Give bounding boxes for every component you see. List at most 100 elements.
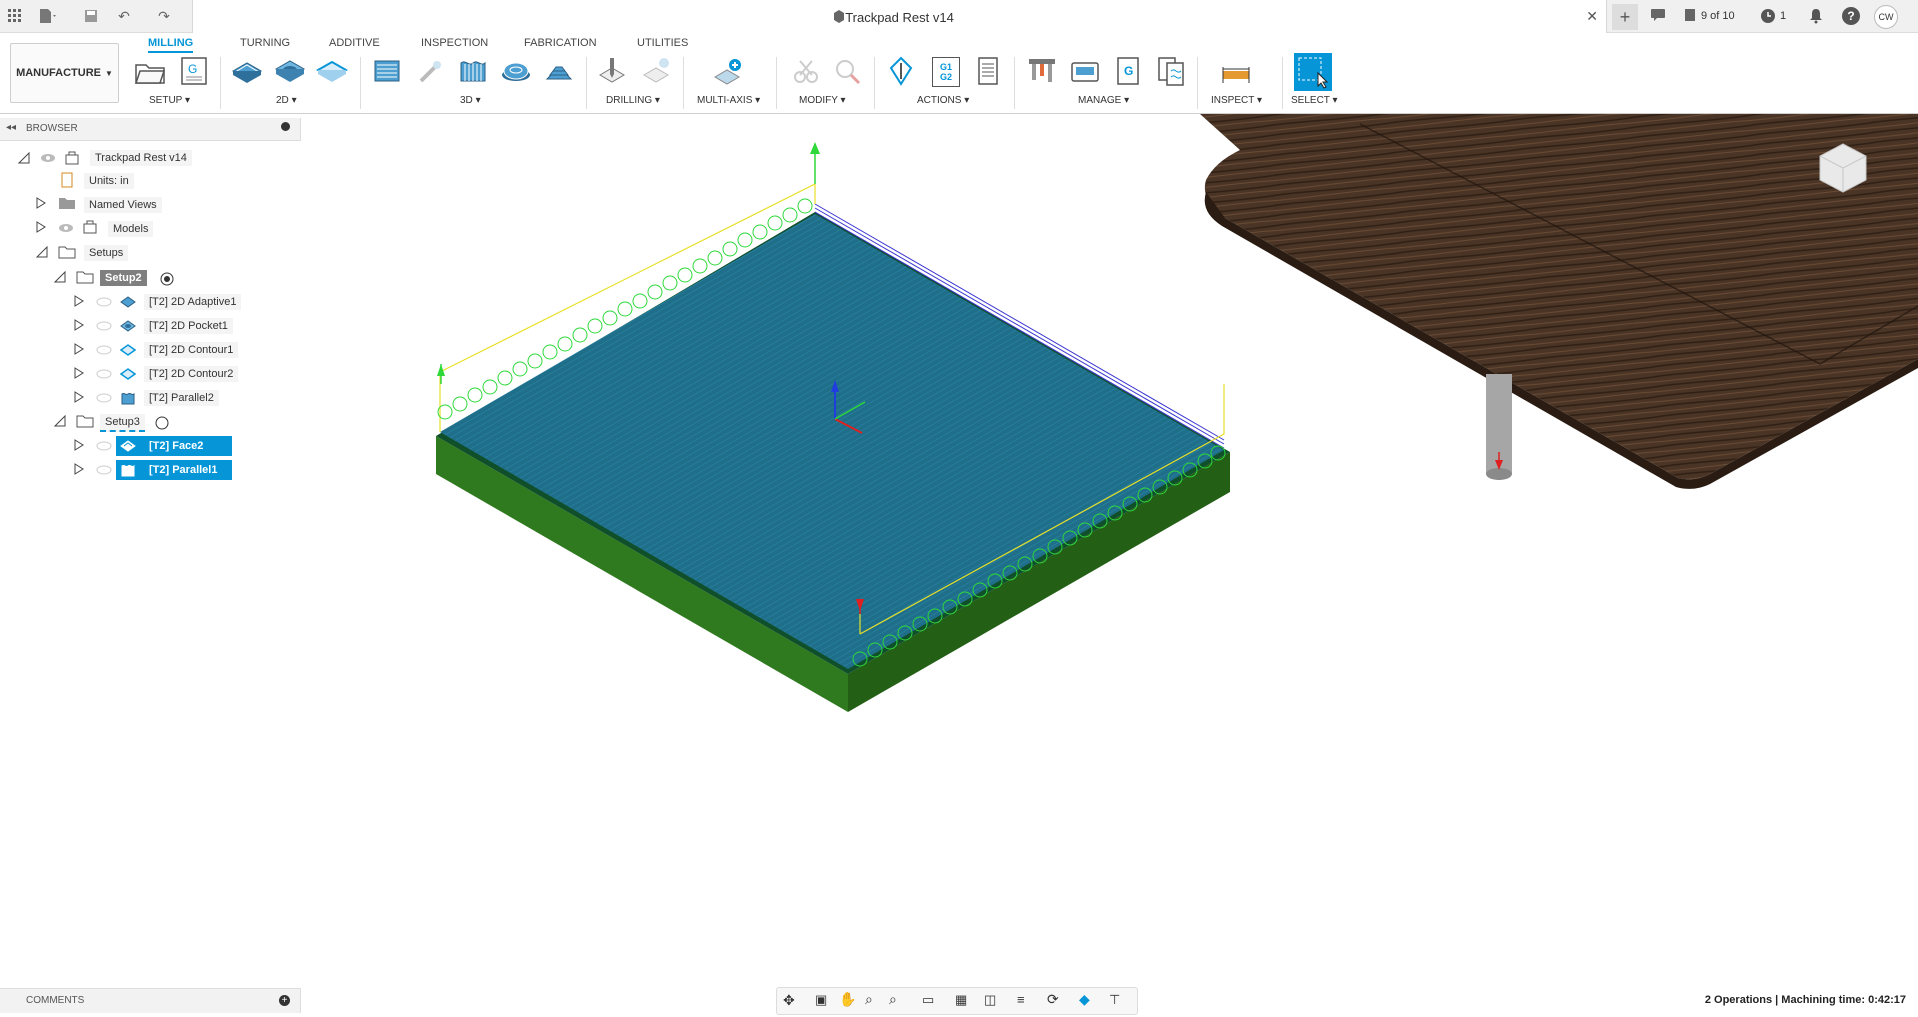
template-library-icon[interactable] bbox=[1155, 55, 1187, 87]
collapse-panel-icon[interactable]: ◂◂ bbox=[6, 122, 16, 133]
setup2-active-radio-icon[interactable] bbox=[160, 272, 174, 289]
tree-setup2-label[interactable]: Setup2 bbox=[100, 270, 147, 286]
redo-icon[interactable]: ↷ bbox=[155, 7, 173, 25]
grid-icon[interactable]: ▦ bbox=[955, 992, 967, 1008]
op-expand-icon[interactable] bbox=[74, 319, 84, 334]
3d-pocket-disabled-icon[interactable] bbox=[415, 55, 447, 87]
op-expand-icon[interactable] bbox=[74, 439, 84, 454]
group-multi-axis[interactable]: MULTI-AXIS ▾ bbox=[697, 95, 760, 106]
zoom-window-icon[interactable]: ⌕ bbox=[889, 991, 897, 1008]
help-icon[interactable]: ? bbox=[1842, 7, 1860, 25]
tool-library-icon[interactable] bbox=[1026, 55, 1058, 87]
op-hidden-eye-icon[interactable] bbox=[96, 392, 112, 407]
tab-utilities[interactable]: UTILITIES bbox=[637, 37, 688, 49]
op-expand-icon[interactable] bbox=[74, 343, 84, 358]
op-hidden-eye-icon[interactable] bbox=[96, 296, 112, 311]
undo-icon[interactable]: ↶ bbox=[115, 7, 133, 25]
op-parallel1[interactable]: [T2] Parallel1 bbox=[144, 462, 223, 478]
hole-recognition-icon[interactable] bbox=[640, 55, 672, 87]
edit-notes-disabled-icon[interactable] bbox=[833, 55, 865, 87]
setup-sheet-icon[interactable]: G bbox=[178, 55, 210, 87]
tab-milling[interactable]: MILLING bbox=[148, 37, 194, 53]
wood-trackpad-rest-model[interactable] bbox=[1200, 114, 1918, 489]
contour-3d-icon[interactable] bbox=[543, 55, 575, 87]
select-window-icon[interactable] bbox=[1294, 53, 1332, 91]
tree-named-views-label[interactable]: Named Views bbox=[84, 197, 162, 213]
group-select[interactable]: SELECT ▾ bbox=[1291, 95, 1338, 106]
2d-pocket-icon[interactable] bbox=[274, 55, 306, 87]
browser-panel-header[interactable]: ◂◂ BROWSER bbox=[0, 118, 301, 141]
machine-library-icon[interactable] bbox=[1069, 55, 1101, 87]
tree-setups-label[interactable]: Setups bbox=[84, 245, 129, 261]
root-expand-icon[interactable] bbox=[17, 151, 30, 167]
toolpath-surface[interactable] bbox=[440, 203, 1225, 669]
setup3-radio-icon[interactable] bbox=[155, 416, 169, 433]
op-expand-icon[interactable] bbox=[74, 391, 84, 406]
models-expand-icon[interactable] bbox=[36, 221, 46, 236]
tab-turning[interactable]: TURNING bbox=[240, 37, 290, 49]
op-2d-pocket1[interactable]: [T2] 2D Pocket1 bbox=[144, 318, 233, 334]
add-comment-icon[interactable]: + bbox=[279, 995, 290, 1006]
simulation-refresh-icon[interactable]: ⟳ bbox=[1047, 991, 1059, 1008]
user-avatar[interactable]: CW bbox=[1874, 5, 1898, 29]
document-tab[interactable]: Trackpad Rest v14 ✕ bbox=[192, 0, 1607, 33]
op-2d-contour1[interactable]: [T2] 2D Contour1 bbox=[144, 342, 239, 358]
job-counter[interactable]: 9 of 10 bbox=[1701, 10, 1735, 22]
orbit-icon[interactable]: ✥ bbox=[783, 992, 795, 1009]
tab-fabrication[interactable]: FABRICATION bbox=[524, 37, 597, 49]
simulate-icon[interactable] bbox=[885, 55, 917, 87]
new-tab-plus-icon[interactable]: + bbox=[1612, 4, 1638, 30]
op-expand-icon[interactable] bbox=[74, 295, 84, 310]
tree-setup3-label[interactable]: Setup3 bbox=[100, 414, 145, 432]
setup2-expand-icon[interactable] bbox=[53, 270, 66, 286]
chat-icon[interactable] bbox=[1650, 8, 1666, 25]
group-actions[interactable]: ACTIONS ▾ bbox=[917, 95, 969, 106]
viewports-icon[interactable]: ◫ bbox=[984, 992, 996, 1008]
post-library-icon[interactable]: G bbox=[1112, 55, 1144, 87]
scallop-icon[interactable] bbox=[500, 55, 532, 87]
group-inspect[interactable]: INSPECT ▾ bbox=[1211, 95, 1262, 106]
group-manage[interactable]: MANAGE ▾ bbox=[1078, 95, 1129, 106]
op-2d-adaptive1[interactable]: [T2] 2D Adaptive1 bbox=[144, 294, 242, 310]
job-status-icon[interactable] bbox=[1684, 8, 1696, 25]
2d-contour-icon[interactable] bbox=[315, 55, 349, 87]
save-icon[interactable] bbox=[82, 7, 100, 25]
op-face2[interactable]: [T2] Face2 bbox=[144, 438, 209, 454]
view-cube[interactable] bbox=[1816, 140, 1870, 194]
zoom-icon[interactable]: ⌕ bbox=[865, 991, 873, 1008]
op-2d-contour2[interactable]: [T2] 2D Contour2 bbox=[144, 366, 239, 382]
op-hidden-eye-icon[interactable] bbox=[96, 344, 112, 359]
group-modify[interactable]: MODIFY ▾ bbox=[799, 95, 846, 106]
3d-adaptive-icon[interactable] bbox=[371, 55, 403, 87]
display-settings-icon[interactable]: ▭ bbox=[922, 992, 934, 1008]
stock-display-icon[interactable]: ◆ bbox=[1079, 991, 1090, 1008]
op-expand-icon[interactable] bbox=[74, 367, 84, 382]
pan-hand-icon[interactable]: ✋ bbox=[839, 991, 856, 1008]
group-2d[interactable]: 2D ▾ bbox=[276, 95, 297, 106]
group-setup[interactable]: SETUP ▾ bbox=[149, 95, 190, 106]
group-drilling[interactable]: DRILLING ▾ bbox=[606, 95, 660, 106]
2d-adaptive-icon[interactable] bbox=[231, 55, 263, 87]
tab-inspection[interactable]: INSPECTION bbox=[421, 37, 488, 49]
multi-axis-icon[interactable] bbox=[713, 55, 745, 87]
op-hidden-eye-icon[interactable] bbox=[96, 464, 112, 479]
close-tab-icon[interactable]: ✕ bbox=[1586, 8, 1598, 25]
group-3d[interactable]: 3D ▾ bbox=[460, 95, 481, 106]
op-expand-icon[interactable] bbox=[74, 463, 84, 478]
look-at-icon[interactable]: ▣ bbox=[815, 992, 827, 1008]
canvas-viewport[interactable] bbox=[300, 114, 1918, 984]
tool-display-icon[interactable]: ⊤ bbox=[1109, 992, 1120, 1008]
drill-icon[interactable] bbox=[596, 55, 628, 87]
app-grid-icon[interactable] bbox=[6, 7, 24, 25]
parallel-icon[interactable] bbox=[457, 55, 489, 87]
tree-models-label[interactable]: Models bbox=[108, 221, 154, 237]
toolpath-display-icon[interactable]: ≡ bbox=[1017, 992, 1025, 1007]
tree-root-label[interactable]: Trackpad Rest v14 bbox=[90, 150, 192, 166]
op-parallel2[interactable]: [T2] Parallel2 bbox=[144, 390, 219, 406]
op-hidden-eye-icon[interactable] bbox=[96, 440, 112, 455]
setup-sheet-report-icon[interactable] bbox=[972, 55, 1004, 87]
visibility-eye-icon[interactable] bbox=[40, 152, 56, 167]
new-setup-folder-icon[interactable] bbox=[134, 55, 166, 87]
trim-toolpath-disabled-icon[interactable] bbox=[790, 55, 822, 87]
tree-units-label[interactable]: Units: in bbox=[84, 173, 134, 189]
